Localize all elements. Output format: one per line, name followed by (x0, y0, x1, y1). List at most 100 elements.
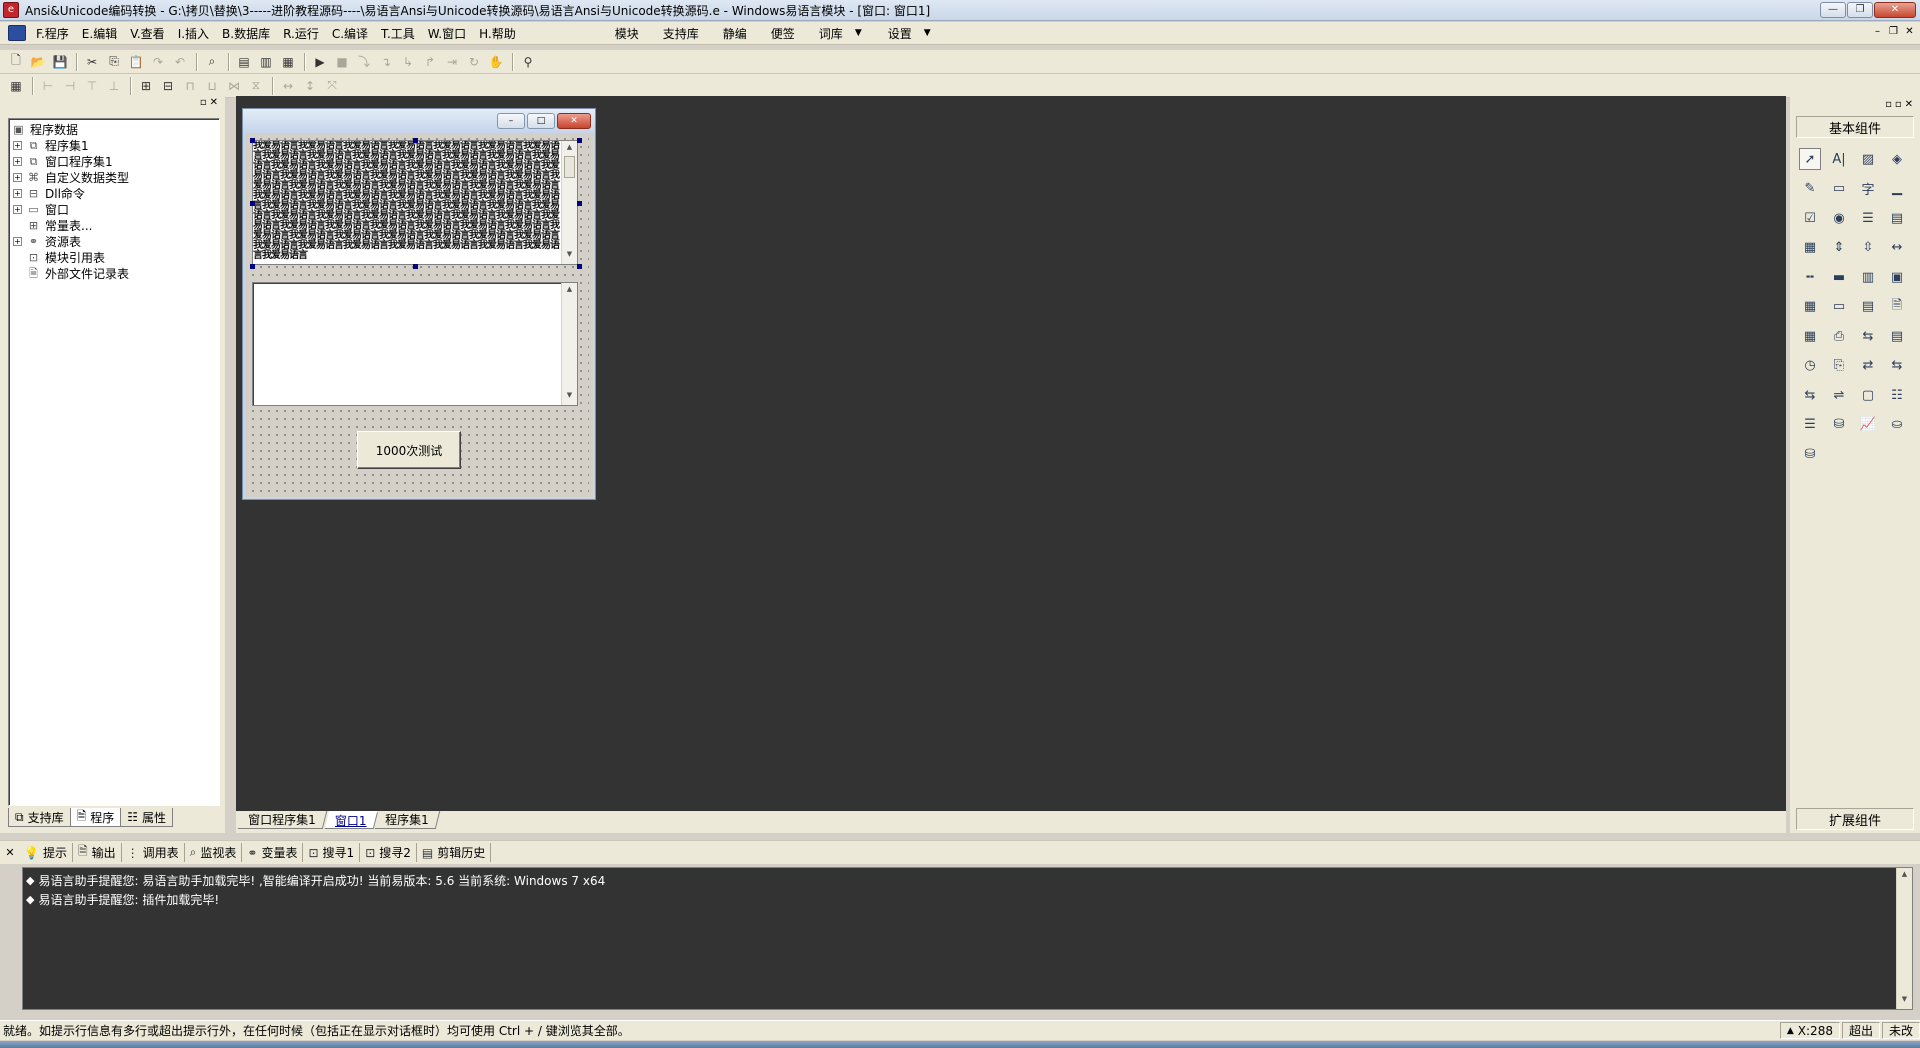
odbc-icon[interactable]: ⛀ (1886, 414, 1908, 436)
menu-window[interactable]: W.窗口 (428, 25, 466, 42)
center-vertical-icon[interactable]: ⊟ (158, 76, 178, 96)
picture-icon[interactable]: ▨ (1857, 148, 1879, 170)
table-icon[interactable]: ▦ (1799, 325, 1821, 347)
tree-node[interactable]: + ⚭ 资源表 (11, 233, 219, 249)
output-tab[interactable]: ⚭ 变量表 (242, 843, 304, 862)
expand-icon[interactable]: + (13, 140, 22, 150)
tab-icon[interactable]: ▥ (1857, 266, 1879, 288)
menu-help[interactable]: H.帮助 (479, 25, 516, 42)
open-folder-icon[interactable]: 📂 (28, 52, 48, 72)
step-into-icon[interactable]: ↴ (376, 52, 396, 72)
step-out-icon[interactable]: ↱ (420, 52, 440, 72)
paste-icon[interactable]: 📋 (126, 52, 146, 72)
tree-node[interactable]: + ⧉ 窗口程序集1 (11, 153, 219, 169)
expand-icon[interactable]: + (13, 156, 22, 166)
menu-thesaurus[interactable]: 词库 (819, 25, 843, 42)
space-v-icon[interactable]: ⧖ (246, 76, 266, 96)
menu-view[interactable]: V.查看 (130, 25, 164, 42)
same-width-icon[interactable]: ⊔ (202, 76, 222, 96)
basic-components-header[interactable]: 基本组件 (1796, 116, 1914, 138)
printer-icon[interactable]: ⎙ (1828, 325, 1850, 347)
form-window1[interactable]: – □ ✕ 我爱易语言我爱易语言我爱易语言我爱易语言我爱易语言我爱易语言我爱易语… (242, 108, 596, 500)
undo-icon[interactable]: ↶ (170, 52, 190, 72)
panel-controls[interactable]: ▫▫✕ (1885, 99, 1916, 110)
edit-box-result[interactable]: ▲ ▼ (252, 282, 578, 406)
progress-icon[interactable]: ▬ (1828, 266, 1850, 288)
menu-tools[interactable]: T.工具 (381, 25, 415, 42)
layout-top-icon[interactable]: ▥ (256, 52, 276, 72)
menu-compile[interactable]: C.编译 (332, 25, 368, 42)
output-pane[interactable]: ◆ 易语言助手提醒您: 易语言助手加载完毕! ,智能编译开启成功! 当前易版本:… (22, 867, 1913, 1010)
net-icon[interactable]: ⇌ (1828, 384, 1850, 406)
layout-bottom-icon[interactable]: ▦ (278, 52, 298, 72)
menu-database[interactable]: B.数据库 (222, 25, 270, 42)
menu-notes[interactable]: 便签 (771, 25, 795, 42)
edit-box-source[interactable]: 我爱易语言我爱易语言我爱易语言我爱易语言我爱易语言我爱易语言我爱易语言我爱易语言… (252, 140, 578, 265)
run-icon[interactable]: ▶ (310, 52, 330, 72)
close-button[interactable]: ✕ (1874, 2, 1916, 18)
checkbox-icon[interactable]: ☑ (1799, 207, 1821, 229)
new-file-icon[interactable]: 🗋 (6, 52, 26, 72)
expand-icon[interactable]: + (13, 236, 22, 246)
align-left-icon[interactable]: ⊢ (38, 76, 58, 96)
form-client-area[interactable]: 我爱易语言我爱易语言我爱易语言我爱易语言我爱易语言我爱易语言我爱易语言我爱易语言… (249, 135, 589, 495)
output-tab[interactable]: 🗎 输出 (73, 843, 122, 862)
output-tab[interactable]: ⊡ 搜寻1 (303, 843, 361, 862)
tree-node[interactable]: ⊞ 常量表... (11, 217, 219, 233)
extended-components-header[interactable]: 扩展组件 (1796, 808, 1914, 830)
menu-edit[interactable]: E.编辑 (82, 25, 117, 42)
copy-icon[interactable]: ⎘ (104, 52, 124, 72)
minimize-button[interactable]: — (1820, 2, 1846, 18)
hand-icon[interactable]: ✋ (486, 52, 506, 72)
scrollbar-icon[interactable]: ⇳ (1857, 237, 1879, 259)
socket-icon[interactable]: ⎘ (1828, 355, 1850, 377)
same-size-v-icon[interactable]: ↕ (300, 76, 320, 96)
selection-handle[interactable] (577, 264, 582, 269)
same-height-icon[interactable]: ⊓ (180, 76, 200, 96)
project-tree[interactable]: ▣ 程序数据 + ⧉ 程序集1 + ⧉ 窗口程序集1 + ⌘ 自定义数据类型 + ⊟ Dll命令 + ▭ 窗… (8, 118, 220, 806)
text-icon[interactable]: 字 (1857, 178, 1879, 200)
image-list-icon[interactable]: ▣ (1886, 266, 1908, 288)
panel-controls[interactable]: ▫✕ (200, 97, 221, 108)
list-view-icon[interactable]: ☷ (1886, 384, 1908, 406)
edit-icon[interactable]: ✎ (1799, 178, 1821, 200)
combobox-icon[interactable]: ▤ (1886, 207, 1908, 229)
menu-insert[interactable]: I.插入 (178, 25, 209, 42)
groupbox-icon[interactable]: ▭ (1828, 178, 1850, 200)
radio-icon[interactable]: ◉ (1828, 207, 1850, 229)
client-icon[interactable]: ⇄ (1857, 355, 1879, 377)
same-size-icon[interactable]: ⤧ (322, 76, 342, 96)
menu-settings[interactable]: 设置 (888, 25, 912, 42)
same-size-h-icon[interactable]: ↔ (278, 76, 298, 96)
scrollbar-h-icon[interactable]: ↔ (1886, 237, 1908, 259)
tab-support-lib[interactable]: ⧉ 支持库 (8, 808, 71, 827)
calendar-icon[interactable]: ▦ (1799, 296, 1821, 318)
listbox-icon[interactable]: ☰ (1857, 207, 1879, 229)
expand-icon[interactable]: + (13, 172, 22, 182)
binoculars-icon[interactable]: ⚲ (518, 52, 538, 72)
menu-program[interactable]: F.程序 (36, 25, 69, 42)
output-tab[interactable]: ⌕ 监视表 (185, 843, 243, 862)
output-scrollbar[interactable]: ▲ ▼ (1896, 868, 1912, 1009)
tree-node[interactable]: + ⊟ Dll命令 (11, 185, 219, 201)
scroll-up-icon[interactable]: ▲ (562, 143, 577, 155)
selection-handle[interactable] (413, 138, 418, 143)
selection-handle[interactable] (250, 264, 255, 269)
odbc-db-icon[interactable]: ⛁ (1799, 443, 1821, 465)
scroll-thumb[interactable] (564, 156, 575, 178)
step-over-icon[interactable]: ↳ (398, 52, 418, 72)
edit-box-result-scrollbar[interactable]: ▲ ▼ (561, 283, 577, 405)
slider-icon[interactable]: ╍ (1799, 266, 1821, 288)
spin-icon[interactable]: ⇕ (1828, 237, 1850, 259)
scroll-down-icon[interactable]: ▼ (1897, 995, 1912, 1007)
status-icon[interactable]: ▭ (1828, 296, 1850, 318)
scroll-down-icon[interactable]: ▼ (562, 250, 577, 262)
test-1000-button[interactable]: 1000次测试 (357, 431, 461, 469)
chart-icon[interactable]: 📈 (1857, 414, 1879, 436)
cut-icon[interactable]: ✂ (82, 52, 102, 72)
output-tab[interactable]: 💡 提示 (19, 843, 73, 862)
tab-module1[interactable]: 程序集1 (375, 811, 441, 829)
tree-node[interactable]: + ⧉ 程序集1 (11, 137, 219, 153)
timer-icon[interactable]: ◷ (1799, 355, 1821, 377)
tab-properties[interactable]: ☷ 属性 (120, 808, 174, 827)
